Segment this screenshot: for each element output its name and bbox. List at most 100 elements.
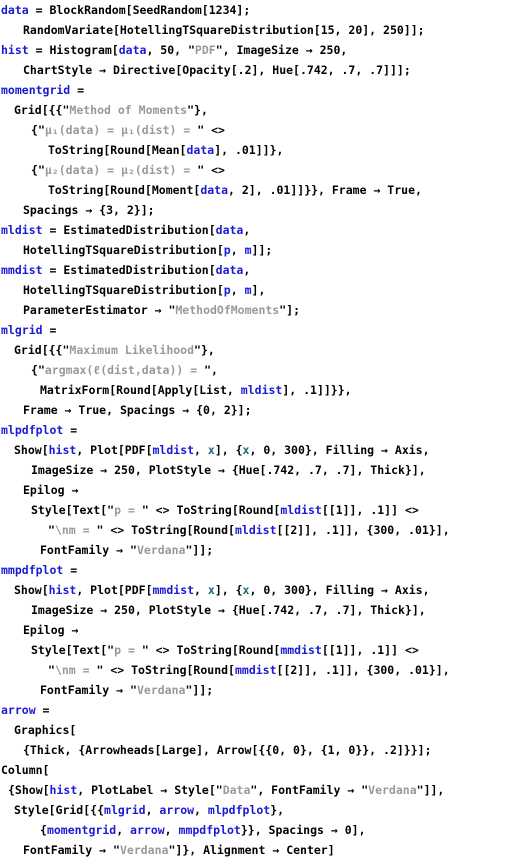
code-line-17[interactable]: mlgrid = <box>0 320 509 340</box>
function-token: 250, <box>312 43 348 57</box>
string-token: \nm = <box>54 663 97 677</box>
operator-token: { <box>31 163 38 177</box>
code-line-10[interactable]: ToString[Round[Moment[data, 2], .01]]}},… <box>0 180 509 200</box>
code-line-36[interactable]: arrow = <box>0 700 509 720</box>
wolfram-input-cell[interactable]: data = BlockRandom[SeedRandom[1234]; Rand… <box>0 0 509 859</box>
code-line-29[interactable]: mmpdfplot = <box>0 560 509 580</box>
code-line-37[interactable]: Graphics[ <box>0 720 509 740</box>
code-line-6[interactable]: Grid[{{"Method of Moments"}, <box>0 100 509 120</box>
operator-token: ], { <box>214 583 243 597</box>
code-line-27[interactable]: "\nm = " <> ToString[Round[mldist[[2]], … <box>0 520 509 540</box>
code-line-42[interactable]: {momentgrid, arrow, mmpdfplot}}, Spacing… <box>0 820 509 840</box>
code-line-12[interactable]: mldist = EstimatedDistribution[data, <box>0 220 509 240</box>
code-line-11[interactable]: Spacings → {3, 2}]; <box>0 200 509 220</box>
operator-token: " <box>187 103 195 117</box>
operator-token: " <box>204 363 212 377</box>
code-line-19[interactable]: {"argmax(ℓ(dist,data)) = ", <box>0 360 509 380</box>
symbol-token: data <box>1 3 29 17</box>
function-token: ToString[Round[ <box>176 503 281 517</box>
string-token: p = <box>114 503 142 517</box>
operator-token: ]}, Alignment <box>175 843 273 857</box>
code-line-39[interactable]: Column[ <box>0 760 509 780</box>
symbol-token: m <box>244 283 252 297</box>
code-line-25[interactable]: Epilog → <box>0 480 509 500</box>
code-line-1[interactable]: data = BlockRandom[SeedRandom[1234]; <box>0 0 509 20</box>
code-line-24[interactable]: ImageSize → 250, PlotStyle → {Hue[.742, … <box>0 460 509 480</box>
code-line-22[interactable]: mlpdfplot = <box>0 420 509 440</box>
string-token: PDF <box>194 43 216 57</box>
code-line-38[interactable]: {Thick, {Arrowheads[Large], Arrow[{{0, 0… <box>0 740 509 760</box>
function-token: Show[ <box>14 583 49 597</box>
code-line-9[interactable]: {"μ₂(data) = μ₂(dist) = " <> <box>0 160 509 180</box>
local-variable-token: x <box>207 583 215 597</box>
function-token: 250, PlotStyle <box>107 603 218 617</box>
string-token: argmax(ℓ(dist,data)) = <box>44 363 205 377</box>
code-line-15[interactable]: HotellingTSquareDistribution[p, m], <box>0 280 509 300</box>
code-line-34[interactable]: "\nm = " <> ToString[Round[mmdist[[2]], … <box>0 660 509 680</box>
operator-token: " <box>194 343 201 357</box>
operator-token: <> <box>103 663 132 677</box>
operator-token: → <box>305 43 313 57</box>
operator-token: = <box>63 563 78 577</box>
code-line-23[interactable]: Show[hist, Plot[PDF[mldist, x], {x, 0, 3… <box>0 440 509 460</box>
operator-token: → <box>217 603 225 617</box>
code-line-20[interactable]: MatrixForm[Round[Apply[List, mldist], .1… <box>0 380 509 400</box>
function-token: RandomVariate[HotellingTSquareDistributi… <box>23 23 425 37</box>
code-line-31[interactable]: ImageSize → 250, PlotStyle → {Hue[.742, … <box>0 600 509 620</box>
function-token: FontFamily <box>40 683 117 697</box>
operator-token: {3, 2}]; <box>92 203 155 217</box>
function-token: HotellingTSquareDistribution[ <box>23 283 224 297</box>
code-line-4[interactable]: ChartStyle → Directive[Opacity[.2], Hue[… <box>0 60 509 80</box>
function-token: , ImageSize <box>222 43 306 57</box>
function-token: , Plot[PDF[ <box>76 583 153 597</box>
string-token: Method of Moments <box>69 103 188 117</box>
operator-token: " <box>37 163 45 177</box>
code-line-3[interactable]: hist = Histogram[data, 50, "PDF", ImageS… <box>0 40 509 60</box>
symbol-token: hist <box>1 43 29 57</box>
code-line-8[interactable]: ToString[Round[Mean[data], .01]]}, <box>0 140 509 160</box>
operator-token: = <box>42 263 64 277</box>
code-line-13[interactable]: HotellingTSquareDistribution[p, m]]; <box>0 240 509 260</box>
code-line-5[interactable]: momentgrid = <box>0 80 509 100</box>
symbol-token: mldist <box>240 383 283 397</box>
function-token: Style[Text[ <box>31 643 108 657</box>
function-token: ToString[Round[ <box>131 523 235 537</box>
code-line-32[interactable]: Epilog → <box>0 620 509 640</box>
code-line-43[interactable]: FontFamily → "Verdana"]}, Alignment → Ce… <box>0 840 509 860</box>
function-token: Show[ <box>14 443 49 457</box>
symbol-token: mldist <box>152 443 195 457</box>
operator-token: <> <box>148 643 177 657</box>
code-line-26[interactable]: Style[Text["p = " <> ToString[Round[mldi… <box>0 500 509 520</box>
code-line-7[interactable]: {"μ₁(data) = μ₁(dist) = " <> <box>0 120 509 140</box>
code-line-41[interactable]: Style[Grid[{{mlgrid, arrow, mlpdfplot}, <box>0 800 509 820</box>
operator-token: = <box>70 83 85 97</box>
string-token: μ₁(data) = μ₁(dist) = <box>44 123 198 137</box>
code-line-28[interactable]: FontFamily → "Verdana"]]; <box>0 540 509 560</box>
symbol-token: data <box>118 43 147 57</box>
code-line-21[interactable]: Frame → True, Spacings → {0, 2}]; <box>0 400 509 420</box>
operator-token: ]]; <box>192 543 214 557</box>
operator-token: = <box>42 223 64 237</box>
code-line-33[interactable]: Style[Text["p = " <> ToString[Round[mmdi… <box>0 640 509 660</box>
operator-token: = <box>35 703 50 717</box>
function-token: , FontFamily <box>257 783 348 797</box>
function-token: ToString[Round[ <box>131 663 235 677</box>
code-line-2[interactable]: RandomVariate[HotellingTSquareDistributi… <box>0 20 509 40</box>
operator-token: <> <box>204 163 225 177</box>
function-token: Style[Grid[{{ <box>14 803 105 817</box>
operator-token: " <box>187 43 195 57</box>
code-line-14[interactable]: mmdist = EstimatedDistribution[data, <box>0 260 509 280</box>
code-line-16[interactable]: ParameterEstimator → "MethodOfMoments"]; <box>0 300 509 320</box>
string-token: MethodOfMoments <box>175 303 280 317</box>
function-token: Frame <box>23 403 65 417</box>
code-line-40[interactable]: {Show[hist, PlotLabel → Style["Data", Fo… <box>0 780 509 800</box>
operator-token: [[1]], .1]] <> <box>321 503 419 517</box>
symbol-token: mmdist <box>234 663 277 677</box>
code-line-35[interactable]: FontFamily → "Verdana"]]; <box>0 680 509 700</box>
code-line-30[interactable]: Show[hist, Plot[PDF[mmdist, x], {x, 0, 3… <box>0 580 509 600</box>
code-line-18[interactable]: Grid[{{"Maximum Likelihood"}, <box>0 340 509 360</box>
function-token: ChartStyle <box>23 63 100 77</box>
operator-token: " <box>215 783 223 797</box>
operator-token: , 0, 300}, Filling <box>249 443 382 457</box>
function-token: Center] <box>279 843 335 857</box>
